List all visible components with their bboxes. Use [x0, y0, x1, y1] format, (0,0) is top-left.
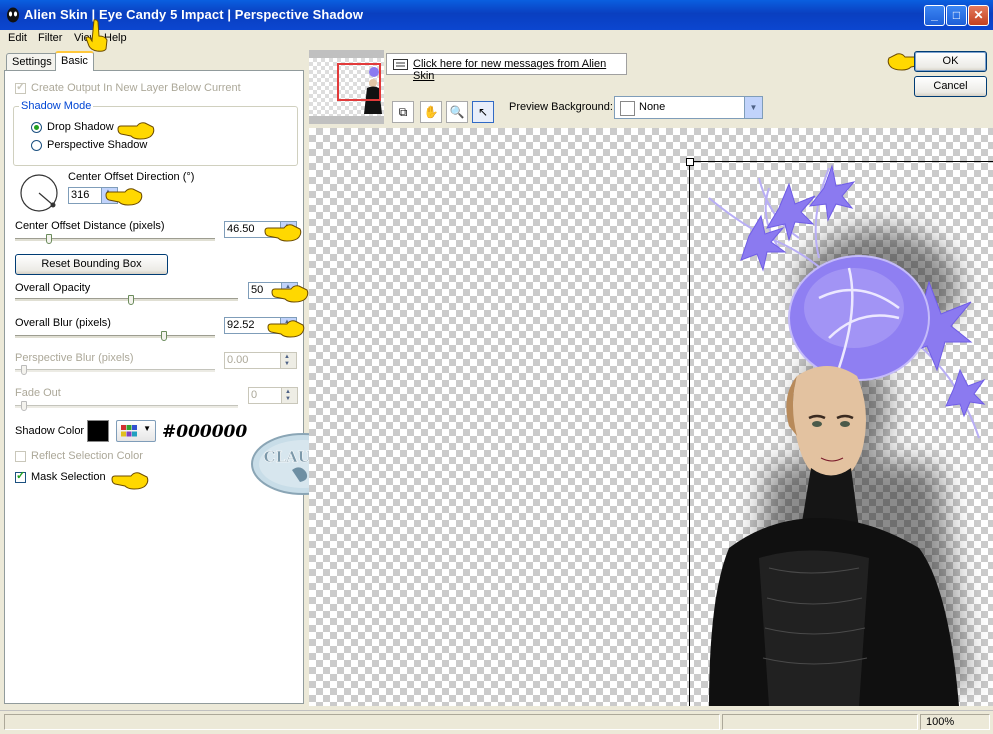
spin-arrows[interactable]: ▲▼ [280, 353, 296, 368]
alien-skin-icon [7, 7, 19, 23]
minimize-button[interactable]: _ [924, 5, 945, 26]
fade-out-thumb[interactable] [21, 401, 27, 411]
overall-opacity-label: Overall Opacity [15, 282, 91, 294]
tab-settings[interactable]: Settings [6, 53, 58, 70]
status-cell-zoom: 100% [920, 714, 990, 730]
mask-selection-checkbox[interactable]: ✓ [15, 470, 26, 483]
chevron-down-icon[interactable]: ▼ [744, 97, 762, 118]
perspective-blur-label: Perspective Blur (pixels) [15, 352, 134, 364]
fade-out-slider[interactable] [15, 405, 238, 409]
direction-dial[interactable] [19, 173, 59, 213]
status-bar: 100% [0, 710, 993, 734]
arrow-pointer-icon: ↖ [477, 105, 489, 119]
shadow-color-label: Shadow Color [15, 425, 85, 437]
color-grid-icon [121, 425, 137, 437]
reflect-selection-color-label: Reflect Selection Color [31, 450, 143, 462]
background-swatch [620, 101, 635, 116]
overall-opacity-slider[interactable] [15, 298, 238, 302]
reflect-selection-color-checkbox[interactable] [15, 451, 26, 462]
menu-edit[interactable]: Edit [8, 32, 27, 44]
reset-bounding-box-button[interactable]: Reset Bounding Box [15, 254, 168, 275]
pointing-hand-icon [267, 320, 305, 338]
pointing-hand-icon [117, 122, 155, 140]
cancel-button[interactable]: Cancel [914, 76, 987, 97]
status-cell-info [722, 714, 918, 730]
title-bar: Alien Skin | Eye Candy 5 Impact | Perspe… [0, 0, 993, 30]
navigator-viewport-rect[interactable] [337, 63, 381, 101]
pointing-hand-icon [264, 224, 302, 242]
perspective-shadow-radio[interactable] [31, 140, 42, 151]
hand-tool-button[interactable]: ✋ [420, 101, 442, 123]
drop-shadow-radio[interactable] [31, 122, 42, 133]
create-output-checkbox[interactable]: ✓ [15, 81, 26, 94]
spin-arrows[interactable]: ▲▼ [281, 388, 297, 403]
navigator-thumbnail[interactable] [309, 50, 384, 124]
shadow-color-hex: #000000 [162, 422, 248, 442]
preview-background-label: Preview Background: [509, 101, 613, 113]
overall-opacity-thumb[interactable] [128, 295, 134, 305]
perspective-blur-thumb[interactable] [21, 365, 27, 375]
shadow-mode-label: Shadow Mode [19, 100, 94, 112]
zoom-tool-button[interactable]: 🔍 [446, 101, 468, 123]
preview-compare-icon: ⧉ [398, 105, 408, 119]
basic-tab-content: ✓ Create Output In New Layer Below Curre… [4, 70, 304, 704]
center-offset-distance-label: Center Offset Distance (pixels) [15, 220, 165, 232]
ok-button[interactable]: OK [914, 51, 987, 72]
center-offset-distance-slider[interactable] [15, 238, 215, 242]
fade-out-label: Fade Out [15, 387, 61, 399]
color-picker-button[interactable]: ▼ [116, 420, 156, 442]
hand-icon: ✋ [423, 105, 439, 119]
overall-blur-thumb[interactable] [161, 331, 167, 341]
message-icon [393, 59, 408, 70]
center-offset-distance-thumb[interactable] [46, 234, 52, 244]
magnifier-icon: 🔍 [449, 105, 465, 119]
zoom-level: 100% [926, 716, 955, 728]
pointing-hand-icon [271, 285, 309, 303]
perspective-blur-input[interactable]: 0.00 ▲ ▼ [224, 352, 297, 369]
shadow-color-swatch[interactable] [87, 420, 109, 442]
mask-selection-label: Mask Selection [31, 471, 106, 483]
preview-compare-button[interactable]: ⧉ [392, 101, 414, 123]
window-title: Alien Skin | Eye Candy 5 Impact | Perspe… [24, 7, 364, 22]
preview-canvas[interactable] [309, 128, 993, 706]
chevron-down-icon: ▼ [143, 424, 151, 433]
messages-link[interactable]: Click here for new messages from Alien S… [413, 58, 626, 82]
drop-shadow-label: Drop Shadow [47, 121, 114, 133]
close-button[interactable]: ✕ [968, 5, 989, 26]
thumbnail-canvas [309, 58, 384, 116]
fade-out-input[interactable]: 0 ▲ ▼ [248, 387, 298, 404]
pointing-hand-icon [105, 188, 143, 206]
overall-blur-slider[interactable] [15, 335, 215, 339]
preview-background-select[interactable]: None ▼ [614, 96, 763, 119]
create-output-label: Create Output In New Layer Below Current [31, 82, 241, 94]
menu-filter[interactable]: Filter [38, 32, 62, 44]
menu-bar: Edit Filter View Help [0, 30, 993, 48]
maximize-button[interactable]: □ [946, 5, 967, 26]
settings-panel: Settings Basic ✓ Create Output In New La… [4, 50, 304, 704]
perspective-blur-slider[interactable] [15, 369, 215, 373]
tab-basic[interactable]: Basic [55, 51, 94, 71]
status-cell-main [4, 714, 720, 730]
center-offset-direction-label: Center Offset Direction (°) [68, 171, 195, 183]
messages-bar[interactable]: Click here for new messages from Alien S… [386, 53, 627, 82]
select-tool-button[interactable]: ↖ [472, 101, 494, 123]
pointing-hand-icon [85, 19, 108, 52]
overall-blur-label: Overall Blur (pixels) [15, 317, 111, 329]
pointing-hand-icon [111, 472, 149, 490]
woman-with-hat-image [708, 164, 986, 706]
